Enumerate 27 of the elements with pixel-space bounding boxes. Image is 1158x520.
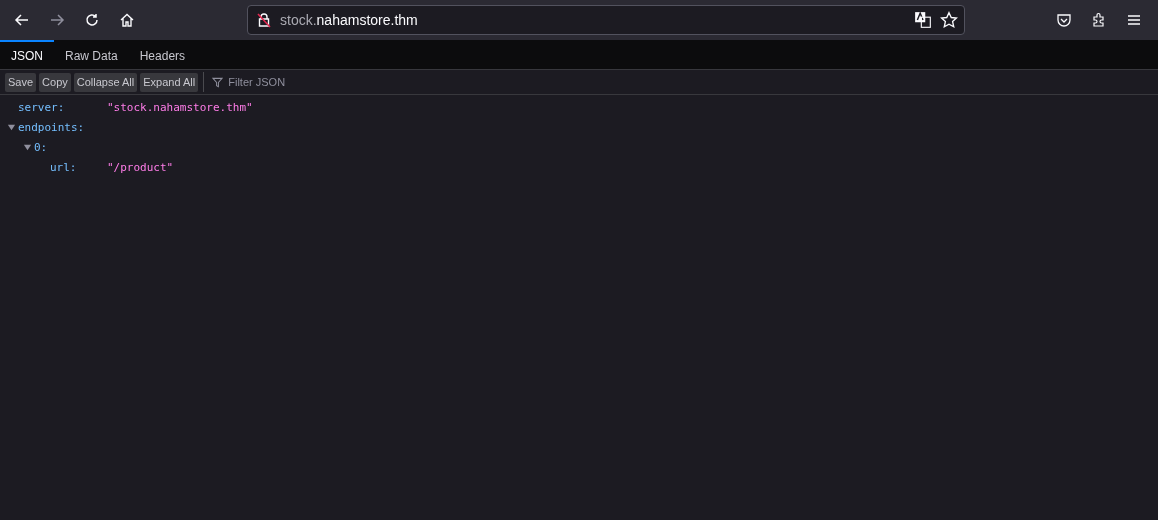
- translate-icon[interactable]: [914, 11, 932, 29]
- home-icon[interactable]: [119, 12, 135, 28]
- star-icon[interactable]: [940, 11, 958, 29]
- url-text: stock.nahamstore.thm: [280, 12, 419, 28]
- toolbar-button[interactable]: Expand All: [140, 72, 199, 92]
- json-key: server:: [18, 100, 107, 114]
- address-bar[interactable]: stock.nahamstore.thm: [247, 5, 965, 35]
- json-value: "stock.nahamstore.thm": [107, 100, 253, 114]
- json-key: 0:: [34, 140, 107, 154]
- puzzle-icon[interactable]: [1091, 12, 1107, 28]
- filter-icon: [212, 76, 224, 88]
- toolbar-button[interactable]: Copy: [39, 72, 71, 92]
- json-value: "/product": [107, 160, 174, 174]
- expand-triangle-icon[interactable]: [6, 122, 16, 132]
- json-key: endpoints:: [18, 120, 107, 134]
- reload-icon[interactable]: [84, 12, 100, 28]
- menu-icon[interactable]: [1126, 12, 1142, 28]
- back-icon[interactable]: [14, 12, 30, 28]
- viewer-tab[interactable]: Raw Data: [54, 40, 129, 69]
- pocket-icon[interactable]: [1056, 12, 1072, 28]
- toolbar-button[interactable]: Save: [5, 72, 37, 92]
- json-key: url:: [50, 160, 107, 174]
- filter-field[interactable]: Filter JSON: [226, 75, 531, 89]
- viewer-tab[interactable]: Headers: [128, 40, 197, 69]
- expand-triangle-icon[interactable]: [22, 142, 32, 152]
- toolbar-button[interactable]: Collapse All: [73, 72, 138, 92]
- insecure-lock-icon[interactable]: [256, 12, 272, 28]
